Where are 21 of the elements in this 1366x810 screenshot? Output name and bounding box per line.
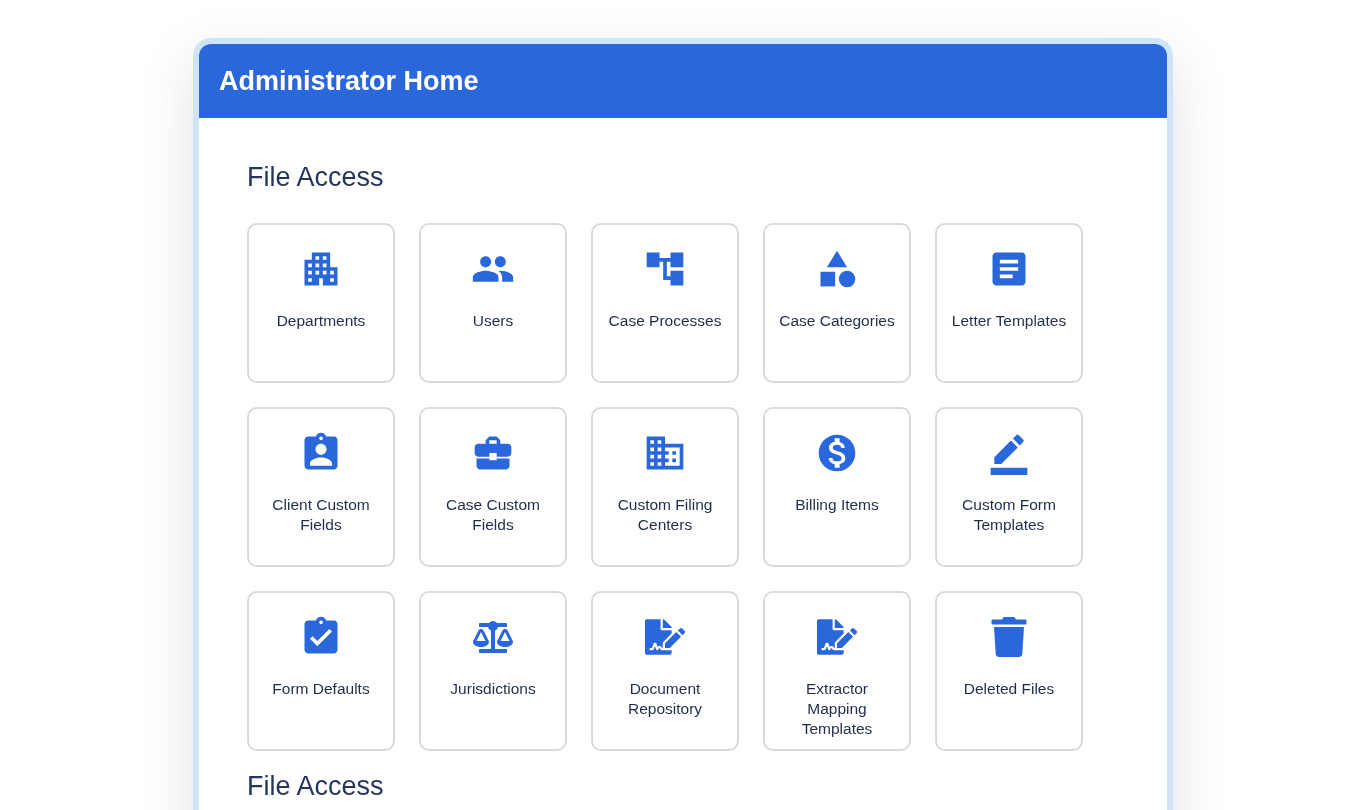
menu-tile[interactable]: Jurisdictions [419,591,567,751]
menu-tile[interactable]: Billing Items [763,407,911,567]
menu-tile[interactable]: Client Custom Fields [247,407,395,567]
menu-tile[interactable]: Case Custom Fields [419,407,567,567]
menu-tile[interactable]: Departments [247,223,395,383]
signed-document-icon [645,617,685,657]
menu-tile[interactable]: Case Processes [591,223,739,383]
menu-tile[interactable]: Letter Templates [935,223,1083,383]
menu-tile[interactable]: Case Categories [763,223,911,383]
menu-tile[interactable]: Extractor Mapping Templates [763,591,911,751]
menu-tile[interactable]: Users [419,223,567,383]
section-title: File Access [247,162,385,193]
menu-tile[interactable]: Custom Form Templates [935,407,1083,567]
section-title: File Access [247,771,385,802]
menu-tile[interactable]: Form Defaults [247,591,395,751]
menu-tile[interactable]: Document Repository [591,591,739,751]
signed-document-icon [817,617,857,657]
menu-tile[interactable]: Custom Filing Centers [591,407,739,567]
trash-icon [989,617,1029,657]
window-title: Administrator Home [219,65,479,97]
menu-tile[interactable]: Deleted Files [935,591,1083,751]
